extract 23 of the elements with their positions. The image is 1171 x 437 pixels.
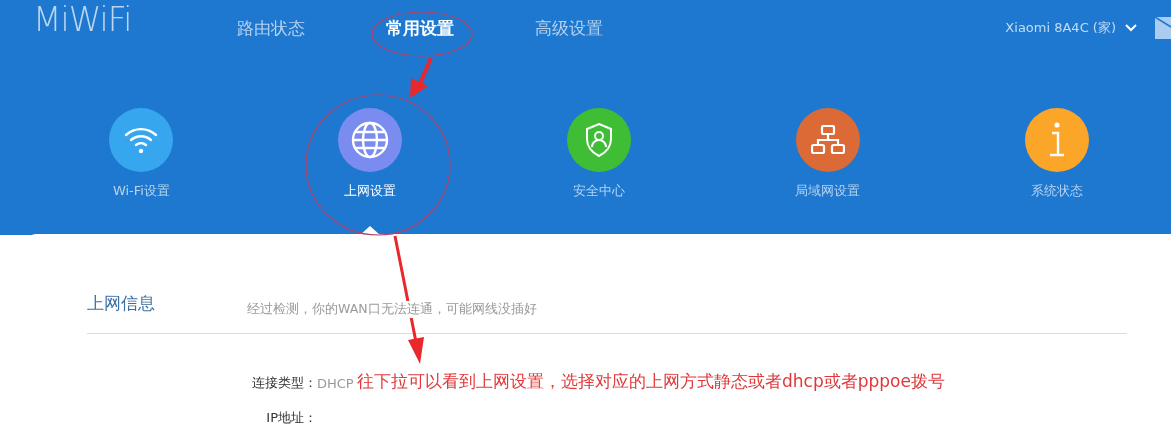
shield-user-icon <box>584 122 614 158</box>
field-value: DHCP <box>317 375 354 391</box>
mail-icon[interactable] <box>1155 17 1171 39</box>
section-title: 上网信息 <box>87 292 156 315</box>
wifi-icon <box>124 125 159 155</box>
setting-label: Wi-Fi设置 <box>112 182 170 200</box>
setting-label: 系统状态 <box>1030 182 1083 200</box>
nav-tab[interactable]: 路由状态 <box>237 16 305 40</box>
network-icon <box>810 125 845 155</box>
device-selector[interactable]: Xiaomi 8A4C (家) <box>1005 19 1137 37</box>
notice-text: 经过检测，你的WAN口无法连通，可能网线没插好 <box>247 301 537 318</box>
nav-tab[interactable]: 高级设置 <box>535 16 603 40</box>
annotation-text: 往下拉可以看到上网设置，选择对应的上网方式静态或者dhcp或者pppoe拨号 <box>357 370 945 393</box>
globe-icon <box>351 121 390 159</box>
field-label: IP地址： <box>265 409 317 427</box>
setting-label: 局域网设置 <box>795 182 861 200</box>
field-label: 连接类型： <box>251 374 317 392</box>
logo: MiWiFi <box>33 0 133 39</box>
setting-label: 上网设置 <box>344 182 397 200</box>
nav-tab[interactable]: 常用设置 <box>386 16 454 40</box>
setting-label: 安全中心 <box>573 182 625 200</box>
annotation-arrow <box>410 57 433 98</box>
chevron-icon <box>1125 24 1137 32</box>
